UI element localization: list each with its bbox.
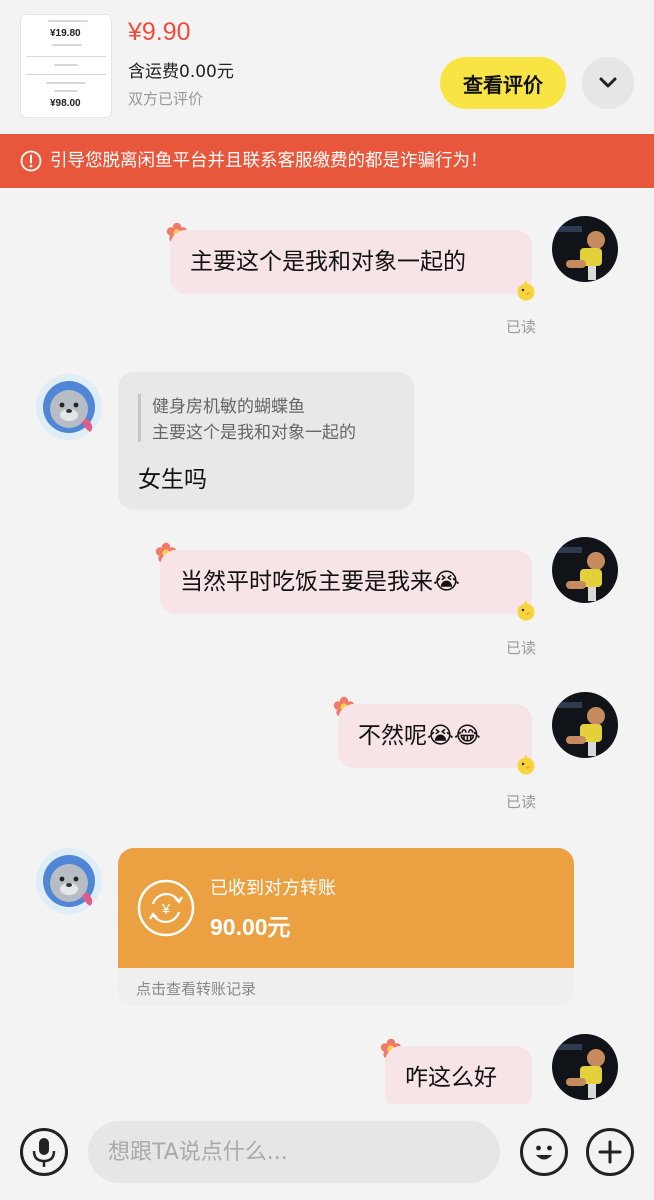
plus-icon xyxy=(598,1140,622,1164)
thumb-price-a: ¥19.80 xyxy=(50,28,81,39)
view-review-button[interactable]: 查看评价 xyxy=(440,57,566,109)
smile-icon xyxy=(536,1145,552,1160)
warning-circle-icon xyxy=(20,150,42,172)
thumb-line xyxy=(48,20,88,22)
fraud-warning-banner: 引导您脱离闲鱼平台并且联系客服缴费的都是诈骗行为！ xyxy=(0,134,654,188)
seller-avatar[interactable] xyxy=(36,848,102,914)
message-bubble-sent[interactable]: 主要这个是我和对象一起的 xyxy=(170,230,532,294)
message-text: 女生吗 xyxy=(138,467,207,493)
seal-avatar-icon xyxy=(36,374,102,440)
thumb-price-b: ¥98.00 xyxy=(50,98,81,109)
transfer-card-body: ¥ 已收到对方转账 90.00元 xyxy=(118,848,574,968)
more-button[interactable] xyxy=(586,1128,634,1176)
user-photo-avatar xyxy=(552,1034,618,1100)
seal-avatar-icon xyxy=(36,848,102,914)
my-avatar[interactable] xyxy=(552,216,618,282)
collapse-button[interactable] xyxy=(582,57,634,109)
my-avatar[interactable] xyxy=(552,1034,618,1100)
user-photo-avatar xyxy=(552,216,618,282)
read-status: 已读 xyxy=(506,793,537,811)
thumb-line xyxy=(54,90,78,92)
order-price: ¥9.90 xyxy=(128,18,191,46)
transfer-amount: 90.00元 xyxy=(210,914,291,940)
message-bubble-received[interactable]: 健身房机敏的蝴蝶鱼 主要这个是我和对象一起的 女生吗 xyxy=(118,372,414,510)
thumb-divider xyxy=(26,56,106,57)
transfer-icon: ¥ xyxy=(137,879,195,937)
transfer-record-link[interactable]: 点击查看转账记录 xyxy=(136,978,256,999)
order-header: ¥19.80 ¥98.00 ¥9.90 含运费0.00元 双方已评价 查看评价 xyxy=(0,0,654,134)
chick-icon xyxy=(517,754,535,775)
product-thumbnail[interactable]: ¥19.80 ¥98.00 xyxy=(20,14,112,118)
user-photo-avatar xyxy=(552,692,618,758)
warning-text: 引导您脱离闲鱼平台并且联系客服缴费的都是诈骗行为！ xyxy=(50,151,488,171)
quoted-text: 主要这个是我和对象一起的 xyxy=(152,423,356,443)
message-bubble-sent[interactable]: 咋这么好 xyxy=(385,1046,532,1110)
quoted-author: 健身房机敏的蝴蝶鱼 xyxy=(152,397,305,417)
thumb-line xyxy=(46,82,86,84)
read-status: 已读 xyxy=(506,639,537,657)
thumb-line xyxy=(54,64,78,66)
microphone-icon xyxy=(32,1138,56,1167)
input-bar xyxy=(0,1104,654,1200)
my-avatar[interactable] xyxy=(552,692,618,758)
chevron-down-icon xyxy=(599,77,617,88)
user-photo-avatar xyxy=(552,537,618,603)
transfer-title: 已收到对方转账 xyxy=(210,878,336,899)
shipping-fee: 含运费0.00元 xyxy=(128,62,234,82)
transfer-card[interactable]: ¥ 已收到对方转账 90.00元 点击查看转账记录 xyxy=(118,848,574,1006)
review-status: 双方已评价 xyxy=(128,90,204,108)
chick-icon xyxy=(517,280,535,301)
quote-bar xyxy=(138,394,141,442)
message-bubble-sent[interactable]: 不然呢😭😂 xyxy=(338,704,532,768)
thumb-line xyxy=(52,44,82,46)
voice-button[interactable] xyxy=(20,1128,68,1176)
message-input[interactable] xyxy=(88,1121,500,1183)
emoji-button[interactable] xyxy=(520,1128,568,1176)
thumb-divider xyxy=(26,74,106,75)
message-bubble-sent[interactable]: 当然平时吃饭主要是我来😭 xyxy=(160,550,532,614)
chick-icon xyxy=(517,600,535,621)
read-status: 已读 xyxy=(506,318,537,336)
my-avatar[interactable] xyxy=(552,537,618,603)
svg-text:¥: ¥ xyxy=(161,901,171,918)
seller-avatar[interactable] xyxy=(36,374,102,440)
